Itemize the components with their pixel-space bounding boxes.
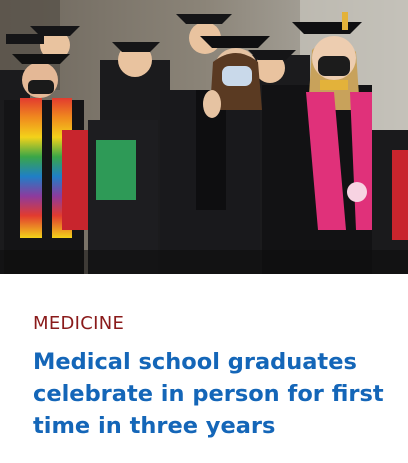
category-label[interactable]: MEDICINE <box>33 312 124 336</box>
graduates-photo[interactable] <box>0 0 408 274</box>
news-card[interactable]: MEDICINE Medical school graduates celebr… <box>0 0 408 463</box>
graduates-photo-illustration <box>0 0 408 274</box>
headline-link[interactable]: Medical school graduates celebrate in pe… <box>33 346 393 442</box>
